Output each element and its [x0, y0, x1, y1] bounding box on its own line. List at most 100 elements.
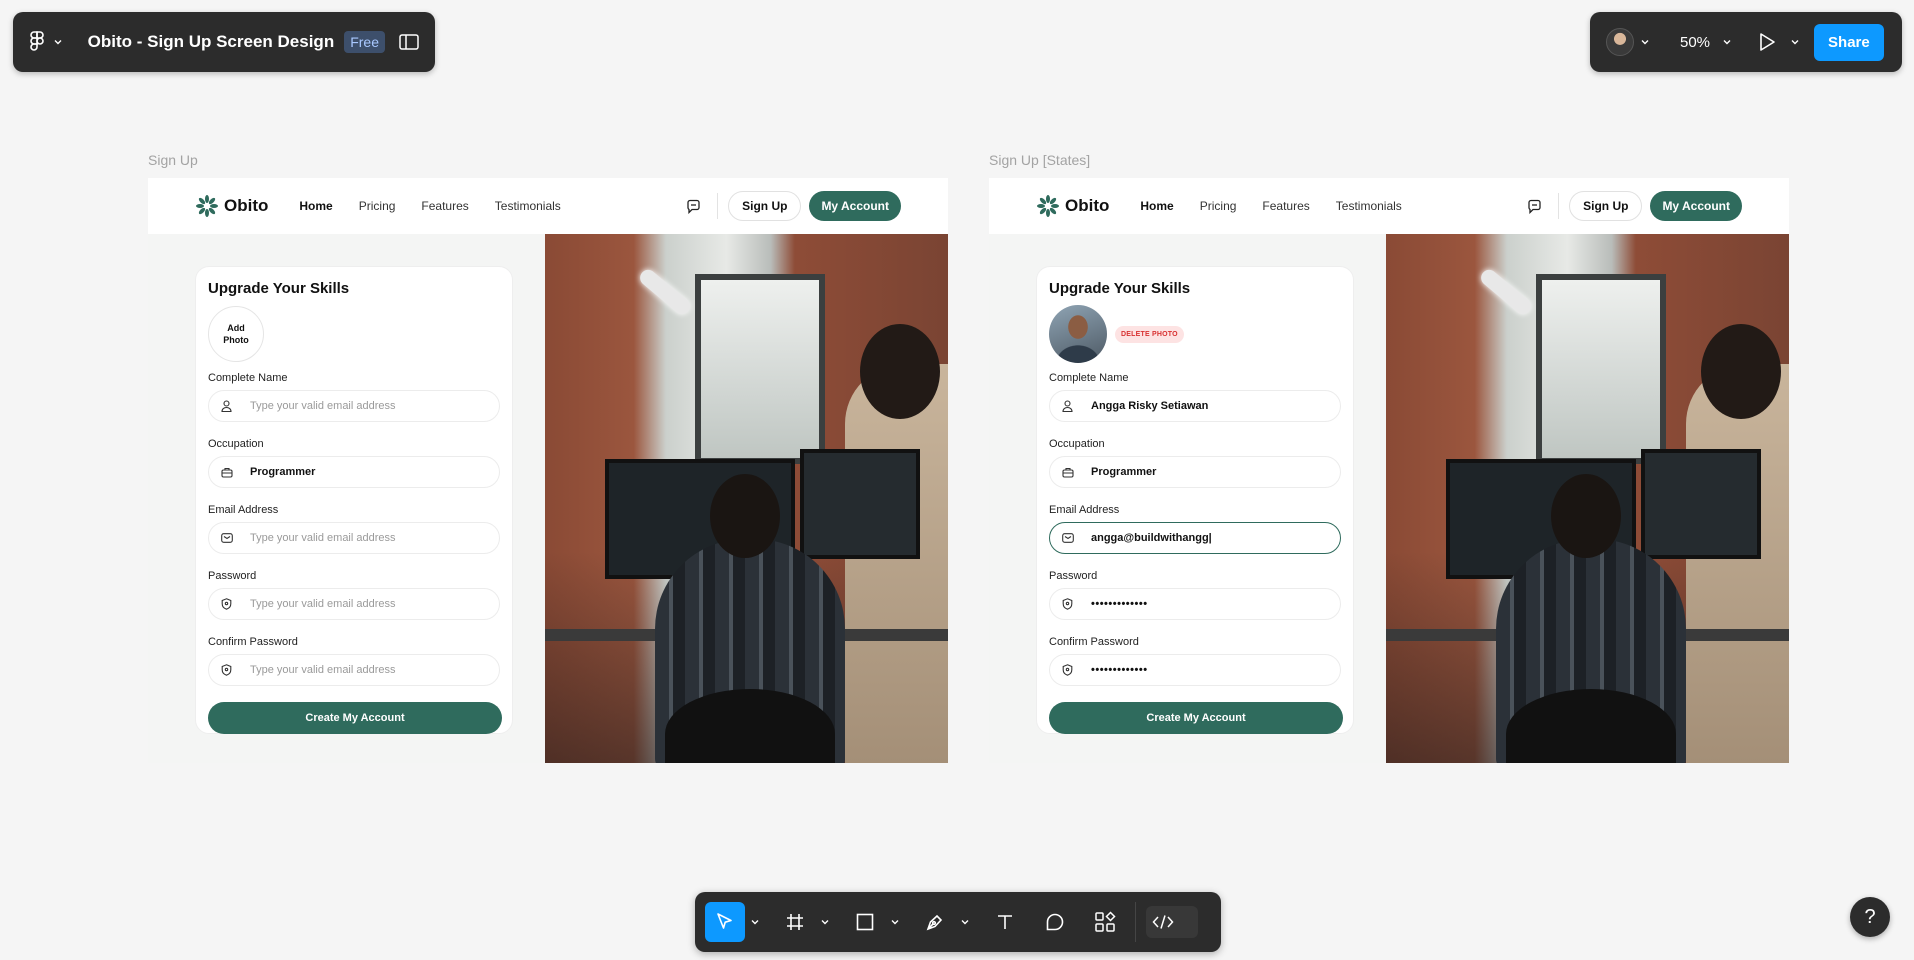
add-photo-button[interactable]: Add Photo — [208, 306, 264, 362]
field-label: Email Address — [208, 504, 279, 516]
nav-home[interactable]: Home — [1140, 199, 1173, 213]
share-button[interactable]: Share — [1814, 23, 1884, 61]
figma-logo-icon — [30, 31, 44, 51]
frame-tool-menu[interactable] — [815, 902, 835, 942]
shape-tool-menu[interactable] — [885, 902, 905, 942]
chevron-down-icon — [1641, 40, 1649, 45]
nav-actions: Sign Up My Account — [1527, 191, 1742, 221]
nav-testimonials[interactable]: Testimonials — [1336, 199, 1402, 213]
obito-logo-icon — [1037, 195, 1059, 217]
briefcase-icon — [1062, 467, 1074, 478]
chevron-down-icon — [821, 920, 829, 925]
code-icon — [1152, 915, 1174, 929]
chevron-down-icon — [751, 920, 759, 925]
my-account-button[interactable]: My Account — [809, 191, 901, 221]
photo-row: Add Photo — [208, 305, 500, 363]
divider — [1558, 193, 1560, 219]
chevron-down-icon — [54, 40, 62, 45]
help-button[interactable]: ? — [1850, 897, 1890, 937]
password-field[interactable]: ••••••••••••• — [1049, 588, 1341, 620]
input-placeholder: Type your valid email address — [250, 532, 396, 544]
divider — [1135, 902, 1136, 942]
input-value: ••••••••••••• — [1091, 598, 1148, 610]
toggle-sidebar-button[interactable] — [399, 34, 419, 50]
field-label: Email Address — [1049, 504, 1120, 516]
card-title: Upgrade Your Skills — [1049, 280, 1191, 297]
play-icon — [1760, 33, 1775, 51]
confirm-password-field[interactable]: ••••••••••••• — [1049, 654, 1341, 686]
delete-photo-button[interactable]: DELETE PHOTO — [1115, 325, 1184, 343]
sign-up-card: Upgrade Your Skills DELETE PHOTO Complet… — [1036, 266, 1354, 734]
nav-features[interactable]: Features — [421, 199, 468, 213]
hero-photo — [1386, 234, 1789, 763]
resources-tool-button[interactable] — [1085, 902, 1125, 942]
brand-logo[interactable]: Obito — [1037, 195, 1109, 217]
input-value: angga@buildwithangg| — [1091, 532, 1212, 544]
field-label: Confirm Password — [1049, 636, 1139, 648]
file-toolbar: Obito - Sign Up Screen Design Free — [13, 12, 435, 72]
text-tool-button[interactable] — [985, 902, 1025, 942]
comment-tool-button[interactable] — [1035, 902, 1075, 942]
occupation-input[interactable]: Programmer — [208, 456, 500, 488]
pen-icon — [926, 914, 943, 931]
avatar[interactable] — [1049, 305, 1107, 363]
field-label: Password — [208, 570, 257, 582]
input-placeholder: Type your valid email address — [250, 664, 396, 676]
hero-photo — [545, 234, 948, 763]
plan-badge[interactable]: Free — [344, 31, 385, 53]
file-title[interactable]: Obito - Sign Up Screen Design — [88, 32, 335, 52]
pen-tool-menu[interactable] — [955, 902, 975, 942]
chat-icon — [687, 199, 700, 214]
confirm-password-field[interactable]: Type your valid email address — [208, 654, 500, 686]
shield-icon — [221, 664, 232, 676]
mail-icon — [1062, 533, 1074, 543]
email-field[interactable]: Type your valid email address — [208, 522, 500, 554]
sign-up-card: Upgrade Your Skills Add Photo Complete N… — [195, 266, 513, 734]
create-account-button[interactable]: Create My Account — [1049, 702, 1343, 734]
dev-mode-toggle[interactable] — [1146, 906, 1198, 938]
field-label: Complete Name — [208, 372, 288, 384]
complete-name-input[interactable]: Angga Risky Setiawan — [1049, 390, 1341, 422]
sidebar-icon — [399, 34, 419, 50]
brand-logo[interactable]: Obito — [196, 195, 268, 217]
input-value: ••••••••••••• — [1091, 664, 1148, 676]
frame-sign-up-states[interactable]: Obito Home Pricing Features Testimonials… — [989, 178, 1789, 763]
move-tool-menu[interactable] — [745, 902, 765, 942]
multiplayer-avatar-button[interactable] — [1606, 28, 1650, 56]
frame-tool-button[interactable] — [775, 902, 815, 942]
complete-name-input[interactable]: Type your valid email address — [208, 390, 500, 422]
chat-button[interactable] — [686, 199, 701, 214]
main-menu-button[interactable] — [29, 31, 66, 53]
chevron-down-icon — [1791, 40, 1799, 45]
cursor-arrow-icon — [717, 913, 732, 929]
field-label: Complete Name — [1049, 372, 1129, 384]
input-value: Programmer — [250, 466, 316, 478]
nav-features[interactable]: Features — [1262, 199, 1309, 213]
sign-up-button[interactable]: Sign Up — [728, 191, 802, 221]
comment-icon — [1046, 913, 1064, 931]
tools-toolbar — [695, 892, 1221, 952]
present-button[interactable] — [1758, 32, 1800, 52]
pen-tool-button[interactable] — [915, 902, 955, 942]
password-field[interactable]: Type your valid email address — [208, 588, 500, 620]
chat-button[interactable] — [1527, 199, 1542, 214]
shape-tool-button[interactable] — [845, 902, 885, 942]
email-field[interactable]: angga@buildwithangg| — [1049, 522, 1341, 554]
avatar — [1606, 28, 1634, 56]
nav-home[interactable]: Home — [299, 199, 332, 213]
my-account-button[interactable]: My Account — [1650, 191, 1742, 221]
frame-label[interactable]: Sign Up — [148, 152, 198, 168]
nav-pricing[interactable]: Pricing — [1200, 199, 1237, 213]
move-tool-button[interactable] — [705, 902, 745, 942]
occupation-input[interactable]: Programmer — [1049, 456, 1341, 488]
chevron-down-icon — [891, 920, 899, 925]
sign-up-button[interactable]: Sign Up — [1569, 191, 1643, 221]
zoom-dropdown[interactable]: 50% — [1680, 34, 1732, 51]
frame-label[interactable]: Sign Up [States] — [989, 152, 1090, 168]
nav-pricing[interactable]: Pricing — [359, 199, 396, 213]
nav-links: Home Pricing Features Testimonials — [299, 199, 560, 213]
mail-icon — [221, 533, 233, 543]
nav-testimonials[interactable]: Testimonials — [495, 199, 561, 213]
frame-sign-up[interactable]: Obito Home Pricing Features Testimonials… — [148, 178, 948, 763]
create-account-button[interactable]: Create My Account — [208, 702, 502, 734]
